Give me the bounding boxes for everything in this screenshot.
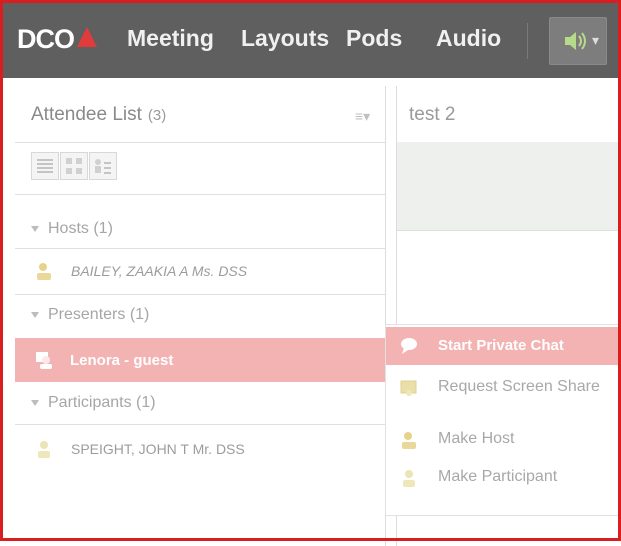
attendee-row-presenter[interactable]: Lenora - guest — [15, 338, 385, 382]
menu-item-label: Make Host — [438, 430, 515, 447]
menu-item-make-participant[interactable]: Make Participant — [386, 459, 621, 497]
screen-share-icon — [400, 380, 417, 396]
attendee-name: BAILEY, ZAAKIA A Ms. DSS — [71, 263, 248, 279]
participant-user-icon — [38, 441, 50, 458]
menu-item-label: Make Participant — [438, 468, 558, 485]
attendee-name: SPEIGHT, JOHN T Mr. DSS — [71, 441, 245, 457]
host-user-icon — [37, 263, 51, 280]
pod-title: Attendee List (3) — [31, 104, 166, 126]
menu-item-request-screen-share[interactable]: Request Screen Share — [386, 369, 621, 407]
context-menu-pointer — [374, 345, 385, 365]
menu-item-make-host[interactable]: Make Host — [386, 421, 621, 459]
list-view-icon[interactable] — [31, 152, 59, 180]
attendee-row-participant[interactable]: SPEIGHT, JOHN T Mr. DSS — [15, 427, 385, 471]
menu-separator — [527, 23, 528, 59]
sort-view-icon[interactable] — [89, 152, 117, 180]
divider — [397, 230, 621, 231]
menu-audio[interactable]: Audio — [436, 25, 501, 52]
menu-pods[interactable]: Pods — [346, 25, 402, 52]
menu-item-start-private-chat[interactable]: Start Private Chat — [386, 327, 621, 365]
app-logo: DCO — [17, 21, 97, 57]
divider — [15, 194, 385, 195]
logo-triangle-icon — [77, 27, 97, 47]
grid-view-icon[interactable] — [60, 152, 88, 180]
group-presenters[interactable]: Presenters (1) — [15, 298, 385, 334]
pod-title-text: Attendee List — [31, 104, 142, 125]
audio-toggle-button[interactable]: ▾ — [549, 17, 607, 65]
divider — [15, 294, 385, 295]
group-participants[interactable]: Participants (1) — [15, 386, 385, 422]
menu-item-label: Start Private Chat — [438, 337, 564, 354]
host-icon — [402, 432, 416, 449]
group-label: Participants (1) — [48, 394, 156, 411]
menu-layouts[interactable]: Layouts — [241, 25, 329, 52]
top-menubar: DCO Meeting Layouts Pods Audio ▾ — [3, 3, 618, 78]
presenter-icon — [36, 352, 52, 369]
divider — [15, 424, 385, 425]
chat-bubble-icon — [401, 338, 417, 354]
logo-text: DCO — [17, 23, 75, 54]
expand-arrow-icon[interactable] — [31, 312, 39, 318]
pod-menu-icon[interactable]: ≡▾ — [355, 108, 370, 125]
divider — [15, 142, 385, 143]
speaker-icon — [565, 32, 586, 50]
menu-meeting[interactable]: Meeting — [127, 25, 214, 52]
attendee-context-menu: Start Private Chat Request Screen Share … — [385, 324, 621, 516]
attendee-name: Lenora - guest — [70, 352, 174, 369]
menu-item-label: Request Screen Share — [438, 378, 600, 395]
attendee-count: (3) — [147, 107, 167, 124]
attendee-row-host[interactable]: BAILEY, ZAAKIA A Ms. DSS — [15, 249, 385, 293]
participant-icon — [403, 470, 415, 487]
group-label: Presenters (1) — [48, 306, 150, 323]
group-label: Hosts (1) — [48, 220, 113, 237]
chat-pod-title: test 2 — [409, 104, 456, 125]
chat-header-band — [397, 142, 621, 230]
chevron-down-icon[interactable]: ▾ — [592, 32, 599, 49]
attendee-list-pod: Attendee List (3) ≡▾ Hosts (1) BAILEY, ZA… — [15, 86, 386, 546]
expand-arrow-icon[interactable] — [31, 400, 39, 406]
group-hosts[interactable]: Hosts (1) — [15, 212, 385, 248]
expand-arrow-icon[interactable] — [31, 226, 39, 232]
